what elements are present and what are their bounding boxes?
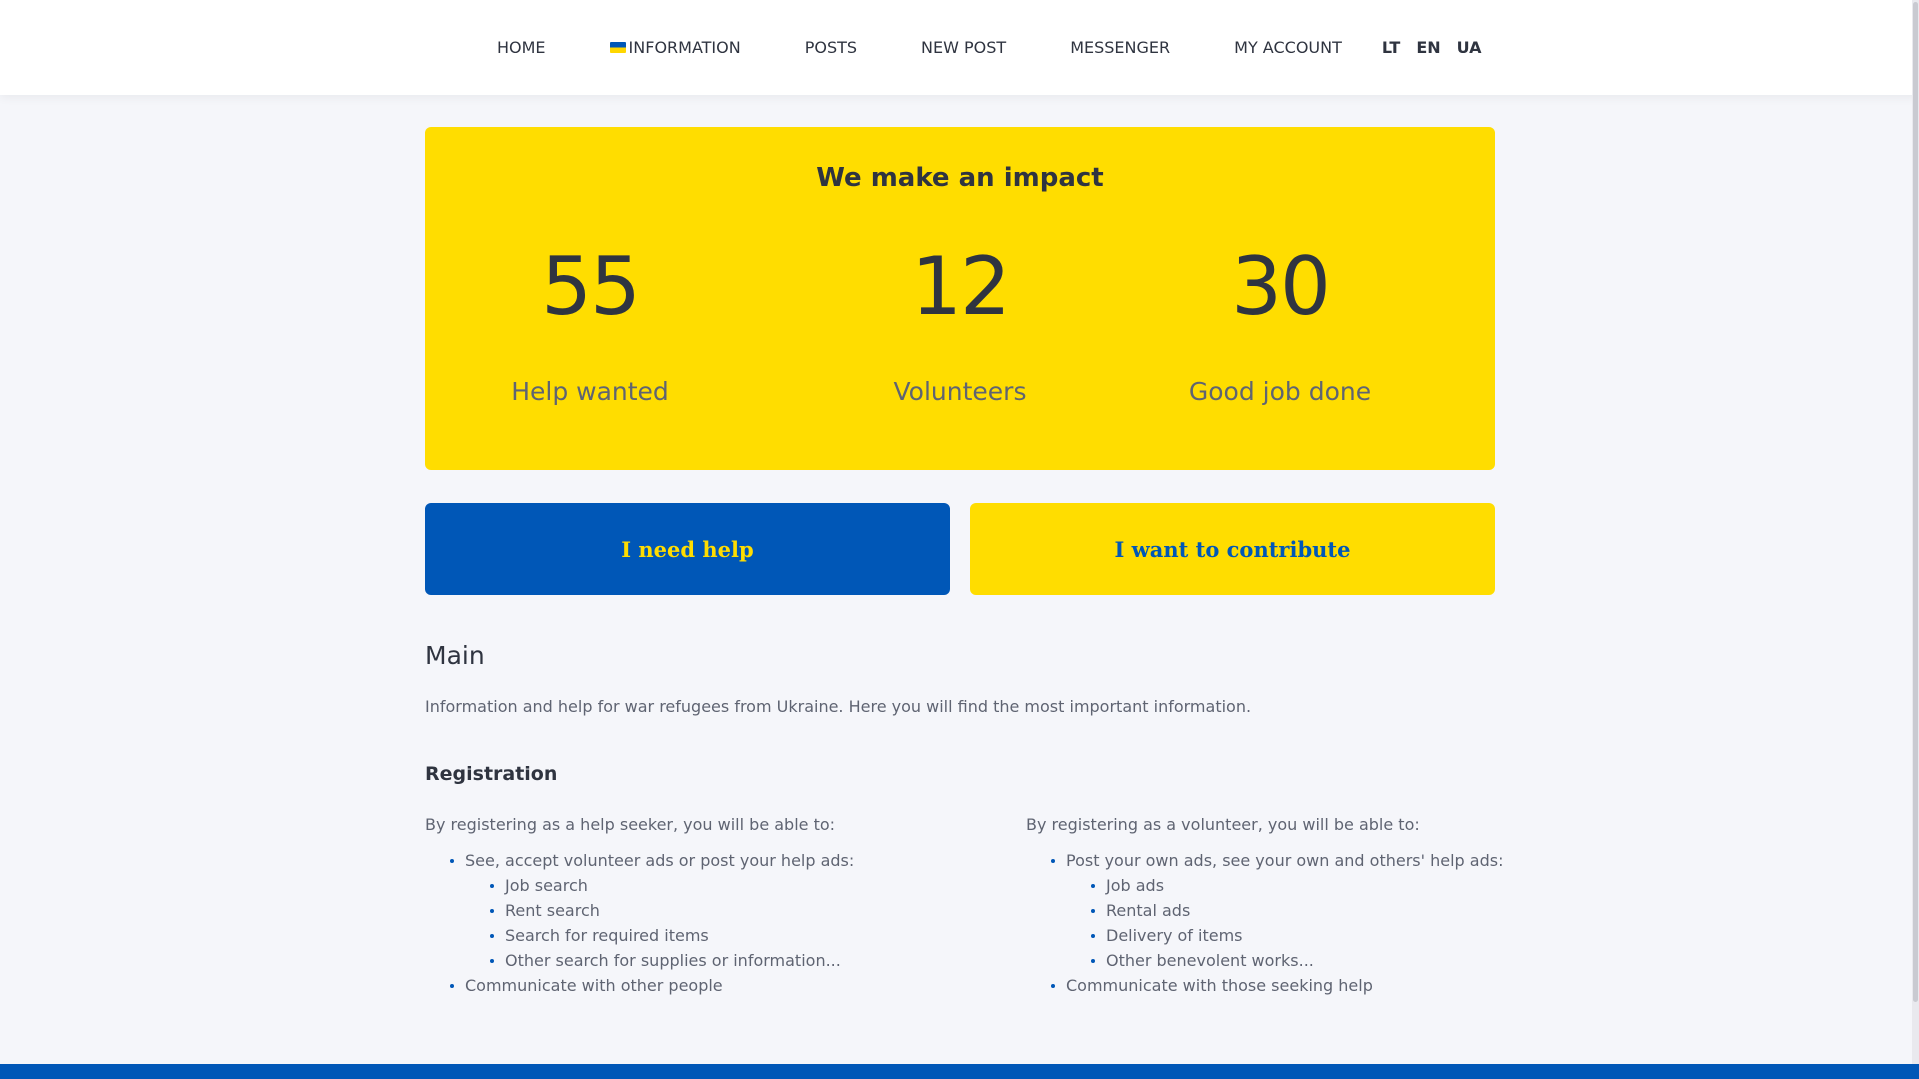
stat-volunteers: 12 Volunteers [810, 240, 1110, 407]
stat-value: 30 [1231, 240, 1331, 333]
lang-en[interactable]: EN [1416, 38, 1440, 57]
stat-good-job-done: 30 Good job done [1130, 240, 1430, 407]
volunteer-column: By registering as a volunteer, you will … [1026, 815, 1503, 998]
footer [0, 1064, 1919, 1079]
main-intro: Information and help for war refugees fr… [425, 697, 1252, 716]
registration-heading: Registration [425, 763, 558, 785]
stat-label: Help wanted [511, 377, 669, 406]
stat-value: 55 [541, 240, 641, 333]
list-item-label: See, accept volunteer ads or post your h… [465, 851, 855, 870]
list-item: Post your own ads, see your own and othe… [1050, 848, 1504, 973]
lang-lt[interactable]: LT [1382, 38, 1400, 57]
nav-posts[interactable]: POSTS [805, 38, 857, 57]
impact-panel: We make an impact 55 Help wanted 12 Volu… [425, 127, 1495, 470]
nav-messenger[interactable]: MESSENGER [1070, 38, 1170, 57]
stat-label: Good job done [1188, 377, 1372, 406]
nav-my-account[interactable]: MY ACCOUNT [1234, 38, 1342, 57]
scrollbar-thumb[interactable] [1913, 2, 1918, 1002]
nav-information[interactable]: INFORMATION [609, 38, 741, 57]
impact-title: We make an impact [816, 163, 1104, 193]
list-item: Communicate with other people [449, 973, 854, 998]
help-seeker-list: See, accept volunteer ads or post your h… [425, 848, 854, 998]
top-navbar: HOME INFORMATION POSTS NEW POST MESSENGE… [0, 0, 1919, 95]
list-item-label: Post your own ads, see your own and othe… [1066, 851, 1504, 870]
list-item: Search for required items [489, 923, 854, 948]
stat-value: 12 [911, 240, 1011, 333]
list-item: Rent search [489, 898, 854, 923]
list-item: See, accept volunteer ads or post your h… [449, 848, 855, 973]
list-item: Delivery of items [1090, 923, 1503, 948]
main-heading: Main [425, 641, 485, 670]
stat-help-wanted: 55 Help wanted [440, 240, 740, 407]
nav-home[interactable]: HOME [497, 38, 546, 57]
contribute-button[interactable]: I want to contribute [970, 503, 1495, 595]
list-item: Other benevolent works... [1090, 948, 1503, 973]
list-item: Rental ads [1090, 898, 1503, 923]
ukraine-flag-icon [609, 42, 626, 53]
volunteer-sublist: Job ads Rental ads Delivery of items Oth… [1066, 873, 1503, 973]
list-item: Job search [489, 873, 854, 898]
help-seeker-intro: By registering as a help seeker, you wil… [425, 815, 836, 834]
list-item: Communicate with those seeking help [1050, 973, 1503, 998]
list-item: Other search for supplies or information… [489, 948, 854, 973]
nav-menu: HOME INFORMATION POSTS NEW POST MESSENGE… [497, 0, 1482, 95]
need-help-button[interactable]: I need help [425, 503, 950, 595]
volunteer-list: Post your own ads, see your own and othe… [1026, 848, 1503, 998]
list-item: Job ads [1090, 873, 1503, 898]
help-seeker-column: By registering as a help seeker, you wil… [425, 815, 854, 998]
help-seeker-sublist: Job search Rent search Search for requir… [465, 873, 854, 973]
lang-ua[interactable]: UA [1457, 38, 1482, 57]
stat-label: Volunteers [893, 377, 1027, 406]
nav-information-label: INFORMATION [628, 38, 741, 57]
volunteer-intro: By registering as a volunteer, you will … [1026, 815, 1420, 834]
nav-new-post[interactable]: NEW POST [921, 38, 1006, 57]
